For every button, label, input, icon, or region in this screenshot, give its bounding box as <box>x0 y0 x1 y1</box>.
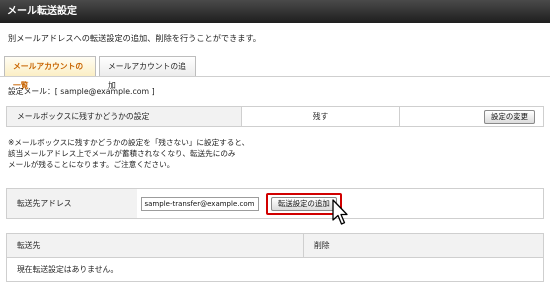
tab-divider <box>0 76 550 77</box>
page-description: 別メールアドレスへの転送設定の追加、削除を行うことができます。 <box>8 33 261 43</box>
tab-account-list[interactable]: メールアカウントの一覧 <box>4 56 96 90</box>
mailbox-note: ※メールボックスに残すかどうかの設定を「残さない」に設定すると、 該当メールアド… <box>8 137 408 170</box>
setting-email: 設定メール：[ sample@example.com ] <box>8 87 155 96</box>
mouse-pointer-icon <box>332 199 348 225</box>
tab-account-add[interactable]: メールアカウントの追加 <box>99 56 196 90</box>
column-header-destination: 転送先 <box>6 233 304 258</box>
add-forward-button[interactable]: 転送設定の追加 <box>270 196 337 211</box>
mailbox-setting-table: メールボックスに残すかどうかの設定 残す 設定の変更 <box>6 106 544 127</box>
column-header-delete: 削除 <box>303 233 544 258</box>
forward-list-empty: 現在転送設定はありません。 <box>6 257 544 282</box>
forward-address-label: 転送先アドレス <box>6 188 137 219</box>
mailbox-setting-value: 残す <box>241 106 400 127</box>
page-header: メール転送設定 <box>0 0 550 23</box>
mailbox-setting-label: メールボックスに残すかどうかの設定 <box>6 106 242 127</box>
forward-address-input[interactable]: sample-transfer@example.com <box>140 196 259 211</box>
mailbox-setting-action-cell: 設定の変更 <box>399 106 544 127</box>
note-line-1: ※メールボックスに残すかどうかの設定を「残さない」に設定すると、 <box>8 138 250 147</box>
change-setting-button[interactable]: 設定の変更 <box>484 109 535 124</box>
note-line-2: 該当メールアドレス上でメールが蓄積されなくなり、転送先にのみ <box>8 149 236 158</box>
note-line-3: メールが残ることになります。ご注意ください。 <box>8 160 175 169</box>
forward-list-table: 転送先 削除 現在転送設定はありません。 <box>6 233 544 282</box>
page-title: メール転送設定 <box>7 6 77 17</box>
forward-address-table: 転送先アドレス sample-transfer@example.com 転送設定… <box>6 188 544 219</box>
